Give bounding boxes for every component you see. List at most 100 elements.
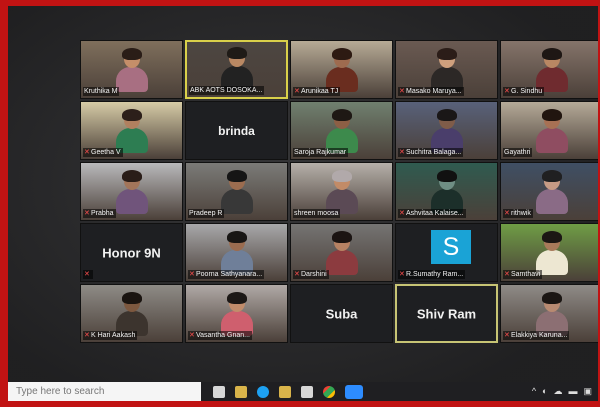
mute-icon: ✕	[399, 210, 405, 217]
participant-name-label: ✕K Hari Aakash	[83, 331, 138, 340]
participant-video-person	[114, 48, 150, 92]
person-hair	[541, 292, 562, 304]
participant-name: shreen moosa	[294, 210, 339, 217]
battery-icon[interactable]: ▬	[568, 386, 577, 397]
person-hair	[436, 170, 457, 182]
participant-tile[interactable]: ✕rithwik	[500, 162, 598, 221]
edge-browser-icon[interactable]	[257, 385, 269, 398]
person-body	[115, 189, 148, 214]
mute-icon: ✕	[84, 332, 90, 339]
participant-tile[interactable]: ✕Elakkiya Karuna...	[500, 284, 598, 343]
participant-name: Vasantha Gnan...	[196, 332, 250, 339]
participant-tile[interactable]: ✕Prabha	[80, 162, 183, 221]
participant-name: Elakkiya Karuna...	[511, 332, 568, 339]
participant-tile[interactable]: Suba	[290, 284, 393, 343]
participant-video-person	[114, 170, 150, 214]
participant-name-label: Gayathri	[503, 148, 533, 157]
participant-name-label: ✕	[83, 270, 93, 279]
folder-icon[interactable]	[279, 385, 291, 398]
participant-tile[interactable]: ✕Samthavi	[500, 223, 598, 282]
chrome-icon[interactable]	[323, 385, 335, 398]
participant-tile[interactable]: Honor 9N ✕	[80, 223, 183, 282]
participant-tile[interactable]: ✕Masako Maruya...	[395, 40, 498, 99]
mute-icon: ✕	[84, 271, 90, 278]
participant-tile[interactable]: ✕Arunikaa TJ	[290, 40, 393, 99]
participant-video-person	[219, 170, 255, 214]
mute-icon: ✕	[294, 271, 300, 278]
participant-name-label: ✕Samthavi	[503, 270, 543, 279]
participant-name: Saroja Rajkumar	[294, 149, 347, 156]
mute-icon: ✕	[189, 271, 195, 278]
chevron-up-icon[interactable]: ^	[532, 386, 536, 397]
person-hair	[121, 48, 142, 60]
participant-tile[interactable]: Saroja Rajkumar	[290, 101, 393, 160]
person-body	[535, 189, 568, 214]
participant-name-label: ✕R.Sumathy Ram...	[398, 270, 466, 279]
participant-name: Samthavi	[511, 271, 541, 278]
network-icon[interactable]: ☁	[553, 386, 562, 397]
participant-tile[interactable]: ✕Poorna Sathyanara...	[185, 223, 288, 282]
volume-icon[interactable]: ◐	[542, 386, 547, 397]
participant-video-person	[429, 109, 465, 153]
participant-video-person	[429, 48, 465, 92]
participant-name-label: ✕G. Sindhu	[503, 87, 545, 96]
participant-name-label: ✕Suchitra Balaga...	[398, 148, 464, 157]
file-explorer-icon[interactable]	[235, 385, 247, 398]
participant-name-display: Shiv Ram	[416, 306, 477, 321]
participant-name-label: ✕Poorna Sathyanara...	[188, 270, 265, 279]
mute-icon: ✕	[504, 271, 510, 278]
participant-name: Pradeep R	[189, 210, 223, 217]
participant-name: Arunikaa TJ	[301, 88, 339, 95]
participant-tile[interactable]: brinda	[185, 101, 288, 160]
participant-name: ABK AOTS DOSOKA...	[190, 87, 263, 94]
participant-name-label: ✕Elakkiya Karuna...	[503, 331, 570, 340]
participant-video-person	[219, 231, 255, 275]
participant-tile[interactable]: ABK AOTS DOSOKA...	[185, 40, 288, 99]
participant-video-person	[534, 292, 570, 336]
participant-tile[interactable]: Shiv Ram	[395, 284, 498, 343]
windows-taskbar: Type here to search ^ ◐ ☁ ▬ ▣	[8, 382, 598, 401]
zoom-app-icon[interactable]	[345, 384, 363, 399]
participant-video-person	[534, 109, 570, 153]
participant-tile[interactable]: ✕Ashvitaa Kalaise...	[395, 162, 498, 221]
mute-icon: ✕	[84, 149, 90, 156]
notification-icon[interactable]: ▣	[583, 386, 592, 397]
participant-name: Darshini	[301, 271, 327, 278]
person-hair	[226, 231, 247, 243]
person-hair	[436, 109, 457, 121]
participant-name-label: ABK AOTS DOSOKA...	[189, 86, 265, 95]
participant-name-display: Suba	[325, 306, 358, 321]
participant-tile[interactable]: ✕Suchitra Balaga...	[395, 101, 498, 160]
mute-icon: ✕	[294, 88, 300, 95]
participant-name: Prabha	[91, 210, 114, 217]
participant-tile[interactable]: Gayathri	[500, 101, 598, 160]
participant-name-label: ✕Vasantha Gnan...	[188, 331, 252, 340]
participant-name: Gayathri	[504, 149, 531, 156]
person-hair	[121, 109, 142, 121]
store-icon[interactable]	[301, 385, 313, 398]
participant-tile[interactable]: Kruthika M	[80, 40, 183, 99]
participant-tile[interactable]: Pradeep R	[185, 162, 288, 221]
participant-name: Kruthika M	[84, 88, 118, 95]
person-body	[325, 250, 358, 275]
person-hair	[226, 170, 247, 182]
person-hair	[541, 48, 562, 60]
participant-video-person	[219, 47, 255, 91]
participant-tile[interactable]: ✕K Hari Aakash	[80, 284, 183, 343]
participant-tile[interactable]: S ✕R.Sumathy Ram...	[395, 223, 498, 282]
participant-name: Ashvitaa Kalaise...	[406, 210, 464, 217]
person-hair	[121, 292, 142, 304]
task-view-icon[interactable]	[213, 385, 225, 398]
participant-tile[interactable]: ✕Darshini	[290, 223, 393, 282]
person-hair	[541, 109, 562, 121]
taskbar-pinned-apps	[213, 384, 363, 399]
participant-name: Geetha V	[91, 149, 121, 156]
participant-tile[interactable]: ✕Geetha V	[80, 101, 183, 160]
person-hair	[436, 48, 457, 60]
taskbar-search-input[interactable]: Type here to search	[8, 382, 201, 401]
participant-tile[interactable]: shreen moosa	[290, 162, 393, 221]
participant-name-label: Saroja Rajkumar	[293, 148, 349, 157]
participant-tile[interactable]: ✕Vasantha Gnan...	[185, 284, 288, 343]
participant-tile[interactable]: ✕G. Sindhu	[500, 40, 598, 99]
participant-video-person	[114, 109, 150, 153]
